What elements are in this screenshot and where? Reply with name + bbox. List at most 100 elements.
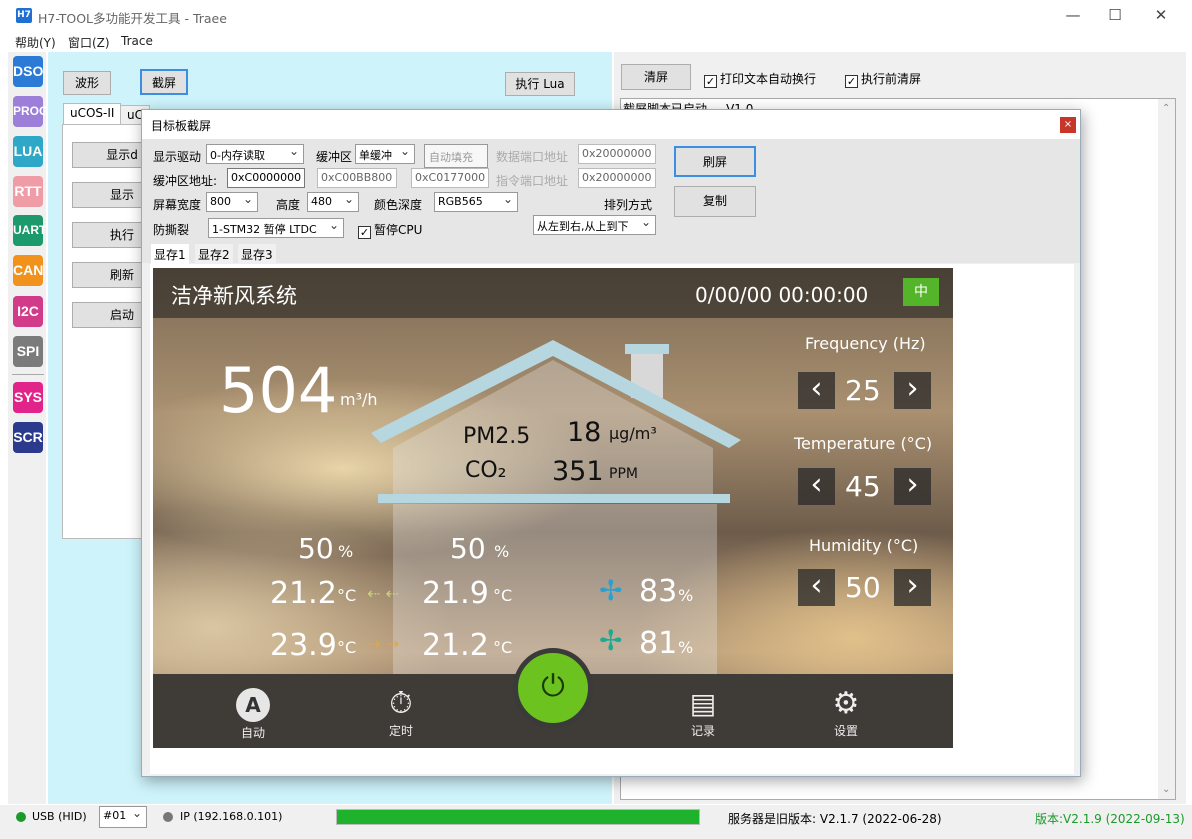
co2-value: 351 bbox=[552, 456, 604, 487]
display-driver-select[interactable]: 0-内存读取 bbox=[206, 144, 304, 164]
power-button[interactable]: ⏻ bbox=[513, 648, 593, 728]
autofill-button[interactable]: 自动填充 bbox=[424, 144, 488, 168]
pause-cpu-checkbox[interactable]: ✓ 暂停CPU bbox=[358, 221, 422, 239]
fan2-value: 81 bbox=[639, 626, 678, 661]
scroll-down-icon[interactable]: ⌄ bbox=[1162, 784, 1170, 795]
temperature-label: Temperature (°C) bbox=[794, 434, 933, 453]
humidity-decrease-button[interactable]: ‹ bbox=[798, 569, 835, 606]
maximize-button[interactable]: ☐ bbox=[1092, 0, 1138, 31]
command-port-label: 指令端口地址 bbox=[496, 174, 569, 188]
wrap-checkbox[interactable]: ✓ 打印文本自动换行 bbox=[704, 70, 816, 88]
frequency-value: 25 bbox=[845, 374, 881, 407]
sidebar-item-uart[interactable]: UART bbox=[13, 215, 46, 246]
screenshot-button[interactable]: 截屏 bbox=[140, 69, 188, 95]
scroll-up-icon[interactable]: ⌃ bbox=[1162, 103, 1170, 114]
width-select[interactable]: 800 bbox=[206, 192, 258, 212]
buffer-address-2-input[interactable]: 0xC00BB800 bbox=[317, 168, 397, 188]
color-depth-label: 颜色深度 bbox=[374, 198, 423, 212]
arrow-in-icon: ⇠ ⇠ bbox=[367, 584, 399, 603]
buffer-address-3-input[interactable]: 0xC0177000 bbox=[411, 168, 489, 188]
title-bar: H7 H7-TOOL多功能开发工具 - Traee — ☐ ✕ bbox=[0, 0, 1192, 31]
temp2-left-unit: °C bbox=[337, 638, 357, 657]
buffer-address-input[interactable]: 0xC0000000 bbox=[227, 168, 305, 188]
dialog-title-bar: 目标板截屏 × bbox=[142, 110, 1080, 139]
anti-tear-label: 防撕裂 bbox=[153, 223, 190, 237]
nav-settings[interactable]: ⚙ 设置 bbox=[826, 686, 866, 739]
menu-window[interactable]: 窗口(Z) bbox=[68, 34, 110, 51]
menu-bar: 帮助(Y) 窗口(Z) Trace bbox=[0, 31, 1192, 51]
clear-before-run-checkbox[interactable]: ✓ 执行前清屏 bbox=[845, 70, 921, 88]
fan-blue-icon: ✢ bbox=[599, 574, 623, 607]
buffer-select[interactable]: 单缓冲 bbox=[355, 144, 415, 164]
screen-preview: 洁净新风系统 0/00/00 00:00:00 中 504 m³/h PM2.5… bbox=[150, 264, 1074, 774]
temperature-value: 45 bbox=[845, 470, 881, 503]
device-select[interactable]: #01 bbox=[99, 806, 147, 828]
temperature-decrease-button[interactable]: ‹ bbox=[798, 468, 835, 505]
nav-timer[interactable]: ⏱ 定时 bbox=[381, 686, 421, 739]
frequency-label: Frequency (Hz) bbox=[805, 334, 926, 353]
frequency-increase-button[interactable]: › bbox=[894, 372, 931, 409]
sidebar-item-i2c[interactable]: I2C bbox=[13, 296, 43, 327]
frequency-decrease-button[interactable]: ‹ bbox=[798, 372, 835, 409]
sidebar-item-prog[interactable]: PROG bbox=[13, 96, 48, 127]
dialog-close-button[interactable]: × bbox=[1060, 117, 1076, 133]
progress-fill bbox=[337, 810, 699, 824]
sidebar-item-scr[interactable]: SCR bbox=[13, 422, 43, 453]
sidebar-item-sys[interactable]: SYS bbox=[13, 382, 43, 413]
sidebar-item-dso[interactable]: DSO bbox=[13, 56, 43, 87]
nav-auto[interactable]: A 自动 bbox=[233, 688, 273, 741]
copy-button[interactable]: 复制 bbox=[674, 186, 756, 217]
sidebar-item-spi[interactable]: SPI bbox=[13, 336, 43, 367]
width-label: 屏幕宽度 bbox=[153, 198, 202, 212]
sidebar-item-rtt[interactable]: RTT bbox=[13, 176, 43, 207]
temperature-increase-button[interactable]: › bbox=[894, 468, 931, 505]
menu-trace[interactable]: Trace bbox=[121, 34, 153, 48]
anti-tear-select[interactable]: 1-STM32 暂停 LTDC bbox=[208, 218, 344, 238]
tab-framebuffer-1[interactable]: 显存1 bbox=[151, 244, 189, 264]
usb-status: USB (HID) bbox=[32, 810, 87, 823]
refresh-screen-button[interactable]: 刷屏 bbox=[674, 146, 756, 177]
usb-status-icon bbox=[16, 812, 26, 822]
order-label: 排列方式 bbox=[604, 198, 653, 212]
sidebar-item-can[interactable]: CAN bbox=[13, 255, 43, 286]
menu-help[interactable]: 帮助(Y) bbox=[15, 34, 56, 51]
co2-label: CO₂ bbox=[465, 458, 507, 483]
tab-framebuffer-2[interactable]: 显存2 bbox=[195, 244, 233, 264]
color-depth-select[interactable]: RGB565 bbox=[434, 192, 518, 212]
display-driver-label: 显示驱动 bbox=[153, 150, 202, 164]
minimize-button[interactable]: — bbox=[1050, 0, 1096, 31]
fan1-value: 83 bbox=[639, 574, 678, 609]
wave-button[interactable]: 波形 bbox=[63, 71, 111, 95]
log-scrollbar[interactable]: ⌃ ⌄ bbox=[1158, 99, 1175, 799]
close-button[interactable]: ✕ bbox=[1138, 0, 1184, 31]
temp1-left-unit: °C bbox=[337, 586, 357, 605]
pm25-value: 18 bbox=[567, 417, 602, 448]
height-select[interactable]: 480 bbox=[307, 192, 359, 212]
height-label: 高度 bbox=[276, 198, 301, 212]
data-port-input[interactable]: 0x20000000 bbox=[578, 144, 656, 164]
humidity-increase-button[interactable]: › bbox=[894, 569, 931, 606]
co2-unit: PPM bbox=[609, 466, 638, 482]
clear-button[interactable]: 清屏 bbox=[621, 64, 691, 90]
sidebar-item-lua[interactable]: LUA bbox=[13, 136, 43, 167]
buffer-address-label: 缓冲区地址: bbox=[153, 174, 218, 188]
config-area: 显示驱动 0-内存读取 缓冲区 单缓冲 自动填充 数据端口地址 0x200000… bbox=[142, 139, 1080, 263]
lcd-capture: 洁净新风系统 0/00/00 00:00:00 中 504 m³/h PM2.5… bbox=[153, 268, 953, 748]
temp1-mid-value: 21.9 bbox=[422, 576, 489, 611]
temp2-mid-unit: °C bbox=[493, 638, 513, 657]
order-select[interactable]: 从左到右,从上到下 bbox=[533, 215, 656, 235]
nav-records[interactable]: ▤ 记录 bbox=[683, 686, 723, 739]
temp1-mid-unit: °C bbox=[493, 586, 513, 605]
humidity-value: 50 bbox=[845, 571, 881, 604]
run-lua-button[interactable]: 执行 Lua bbox=[505, 72, 575, 96]
command-port-input[interactable]: 0x20000000 bbox=[578, 168, 656, 188]
humidity-mid-value: 50 bbox=[450, 532, 486, 565]
record-icon: ▤ bbox=[689, 687, 717, 720]
tab-ucos-ii[interactable]: uCOS-II bbox=[63, 103, 122, 125]
tab-framebuffer-3[interactable]: 显存3 bbox=[238, 244, 276, 264]
humidity-mid-unit: % bbox=[494, 542, 510, 561]
fan1-unit: % bbox=[678, 586, 694, 605]
server-version: 服务器是旧版本: V2.1.7 (2022-06-28) bbox=[728, 812, 942, 826]
timer-icon: ⏱ bbox=[389, 686, 413, 721]
dialog-title: 目标板截屏 bbox=[151, 119, 212, 133]
